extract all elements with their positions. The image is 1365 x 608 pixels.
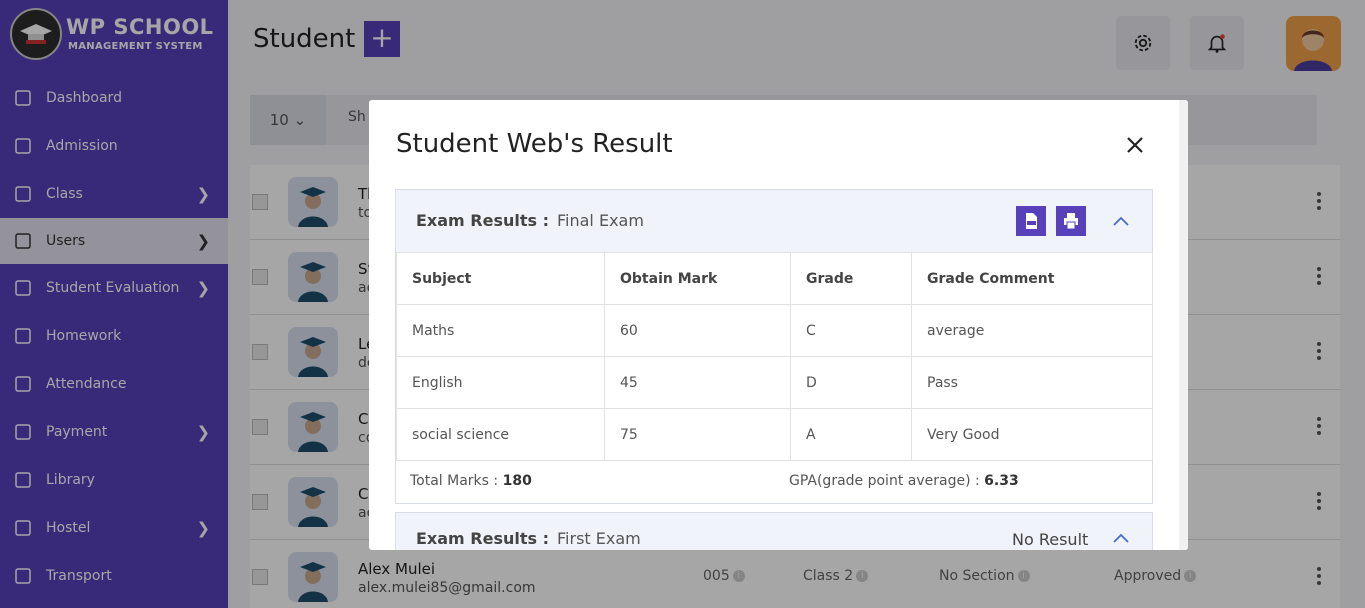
collapse-button[interactable]: [1111, 529, 1131, 549]
gpa-value: 6.33: [984, 473, 1019, 489]
result-modal: Student Web's Result Exam Results : Final…: [369, 100, 1188, 550]
table-cell: 75: [604, 408, 791, 461]
table-cell: A: [790, 408, 912, 461]
table-cell: Pass: [911, 356, 1153, 409]
gpa-label: GPA(grade point average) :: [789, 473, 985, 489]
print-button[interactable]: [1056, 206, 1086, 236]
total-marks: Total Marks : 180: [410, 473, 532, 489]
chevron-up-icon: [1113, 533, 1129, 543]
table-cell: 45: [604, 356, 791, 409]
table-cell: average: [911, 304, 1153, 357]
no-result-label: No Result: [1012, 530, 1089, 549]
chevron-up-icon: [1113, 216, 1129, 226]
results-table: Subject Obtain Mark Grade Grade Comment Mat…: [396, 252, 1153, 461]
table-cell: Very Good: [911, 408, 1153, 461]
exam-panel-first: Exam Results : First Exam No Result: [395, 512, 1153, 550]
printer-icon: [1064, 213, 1078, 230]
modal-scrollbar[interactable]: [1179, 100, 1188, 550]
table-cell: D: [790, 356, 912, 409]
table-cell: C: [790, 304, 912, 357]
exam-panel-final: Exam Results : Final Exam Subject Obtain M…: [395, 189, 1153, 504]
column-header: Subject: [396, 252, 605, 305]
total-marks-value: 180: [502, 473, 532, 489]
total-marks-label: Total Marks :: [410, 473, 503, 489]
column-header: Grade: [790, 252, 912, 305]
close-button[interactable]: [1125, 135, 1145, 155]
gpa: GPA(grade point average) : 6.33: [789, 473, 1019, 489]
exam-panel-header[interactable]: Exam Results : First Exam No Result: [396, 513, 1152, 550]
column-header: Grade Comment: [911, 252, 1153, 305]
pdf-icon: [1026, 213, 1037, 229]
table-row: English 45 D Pass: [396, 356, 1153, 409]
table-cell: social science: [396, 408, 605, 461]
modal-title: Student Web's Result: [396, 129, 673, 159]
close-icon: [1127, 137, 1143, 153]
totals-row: Total Marks : 180 GPA(grade point averag…: [396, 461, 1152, 503]
table-row: Maths 60 Caverage: [396, 304, 1153, 357]
table-cell: 60: [604, 304, 791, 357]
exam-name: First Exam: [557, 529, 641, 548]
exam-panel-header[interactable]: Exam Results : Final Exam: [396, 190, 1152, 252]
column-header: Obtain Mark: [604, 252, 791, 305]
pdf-button[interactable]: [1016, 206, 1046, 236]
exam-results-label: Exam Results :: [416, 529, 549, 548]
exam-name: Final Exam: [557, 211, 644, 230]
exam-results-label: Exam Results :: [416, 211, 549, 230]
table-cell: Maths: [396, 304, 605, 357]
table-row: social science 75 A Very Good: [396, 408, 1153, 461]
table-cell: English: [396, 356, 605, 409]
collapse-button[interactable]: [1111, 212, 1131, 232]
